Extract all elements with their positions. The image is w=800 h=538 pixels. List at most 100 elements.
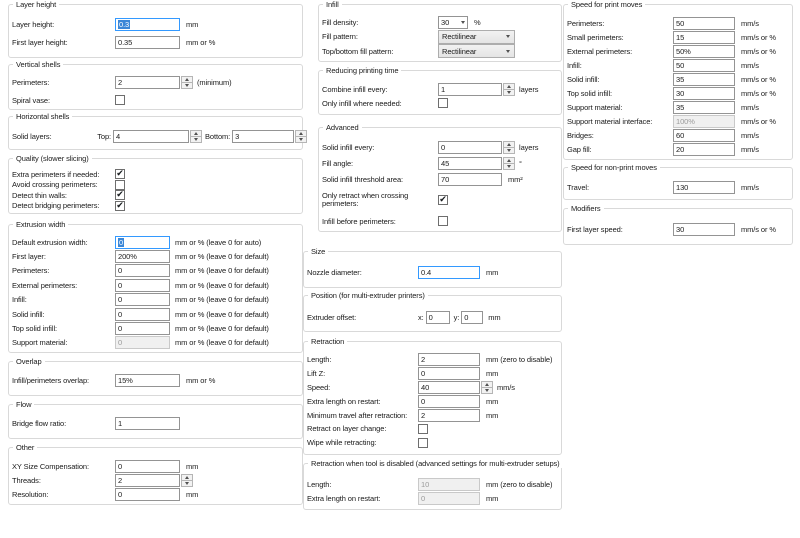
solid-layers-top-input[interactable]: 4	[113, 130, 189, 143]
retraction-speed-input[interactable]: 40	[418, 381, 480, 394]
perimeters-extrusion-width-input[interactable]: 0	[115, 264, 170, 277]
detect-thin-walls-checkbox[interactable]: ✔	[115, 190, 125, 200]
top-solid-infill-speed-input[interactable]: 30	[673, 87, 735, 100]
threads-spinner-down[interactable]	[181, 481, 193, 487]
solid-infill-extrusion-width-input[interactable]: 0	[115, 308, 170, 321]
fill-angle-spinner-up[interactable]	[503, 157, 515, 164]
fill-pattern-select[interactable]: Rectilinear	[438, 30, 515, 44]
solid-infill-every-spinner[interactable]	[503, 141, 515, 154]
xy-size-compensation-input[interactable]: 0	[115, 460, 180, 473]
extra-perimeters-if-needed-checkbox[interactable]: ✔	[115, 169, 125, 179]
support-material-interface-speed-input[interactable]: 100%	[673, 115, 735, 128]
retract-on-layer-change-checkbox[interactable]	[418, 424, 428, 434]
combine-infill-every-spinner-up[interactable]	[503, 83, 515, 90]
perimeters-min-spinner-down[interactable]	[181, 83, 193, 89]
default-extrusion-width-input[interactable]: 0	[115, 236, 170, 249]
infill-speed-input[interactable]: 50	[673, 59, 735, 72]
solid-layers-bottom-spinner[interactable]	[295, 130, 307, 143]
external-perimeters-speed-input[interactable]: 50%	[673, 45, 735, 58]
infill-extrusion-width-input[interactable]: 0	[115, 293, 170, 306]
support-material-extrusion-width-input[interactable]: 0	[115, 336, 170, 349]
fill-pattern-value: Rectilinear	[442, 32, 476, 41]
extruder-offset-y-input[interactable]: 0	[461, 311, 483, 324]
threads-input[interactable]: 2	[115, 474, 180, 487]
retract-on-layer-change-label: Retract on layer change:	[307, 424, 418, 433]
first-layer-speed-input[interactable]: 30	[673, 223, 735, 236]
threads-spinner-up[interactable]	[181, 474, 193, 481]
only-retract-when-crossing-perimeters-checkbox[interactable]: ✔	[438, 195, 448, 205]
solid-layers-top-spinner-up[interactable]	[190, 130, 202, 137]
nozzle-diameter-unit: mm	[486, 268, 498, 277]
only-infill-where-needed-checkbox[interactable]	[438, 98, 448, 108]
perimeters-min-input[interactable]: 2	[115, 76, 180, 89]
solid-layers-top-spinner[interactable]	[190, 130, 202, 143]
gap-fill-speed-input[interactable]: 20	[673, 143, 735, 156]
top-solid-infill-speed-label: Top solid infill:	[567, 89, 673, 98]
small-perimeters-speed-input[interactable]: 15	[673, 31, 735, 44]
extra-length-on-restart-value: 0	[421, 397, 425, 406]
solid-infill-every-input[interactable]: 0	[438, 141, 502, 154]
combine-infill-every-spinner-down[interactable]	[503, 90, 515, 96]
extruder-offset-x-input[interactable]: 0	[426, 311, 450, 324]
perimeters-min-spinner-up[interactable]	[181, 76, 193, 83]
layer-height-input[interactable]: 0.3	[115, 18, 180, 31]
combine-infill-every-input[interactable]: 1	[438, 83, 502, 96]
combine-infill-every-unit: layers	[519, 85, 538, 94]
threads-spinner[interactable]	[181, 474, 193, 487]
perimeters-speed-value: 50	[676, 19, 684, 28]
retraction-speed-spinner[interactable]	[481, 381, 493, 394]
field-threads: Threads:2	[12, 473, 302, 487]
solid-layers-bottom-input[interactable]: 3	[232, 130, 294, 143]
wipe-while-retracting-checkbox[interactable]	[418, 438, 428, 448]
top-solid-infill-extrusion-width-input[interactable]: 0	[115, 322, 170, 335]
bridges-speed-input[interactable]: 60	[673, 129, 735, 142]
retraction-speed-spinner-up[interactable]	[481, 381, 493, 388]
infill-perimeters-overlap-value: 15%	[118, 376, 133, 385]
solid-infill-speed-input[interactable]: 35	[673, 73, 735, 86]
resolution-input[interactable]: 0	[115, 488, 180, 501]
detect-bridging-perimeters-checkbox[interactable]: ✔	[115, 201, 125, 211]
chevron-down-icon	[506, 35, 510, 38]
solid-infill-every-spinner-up[interactable]	[503, 141, 515, 148]
field-support-material-speed: Support material:35mm/s	[567, 101, 792, 115]
solid-infill-every-spinner-down[interactable]	[503, 148, 515, 154]
travel-speed-input[interactable]: 130	[673, 181, 735, 194]
fill-angle-input[interactable]: 45	[438, 157, 502, 170]
infill-perimeters-overlap-label: Infill/perimeters overlap:	[12, 376, 115, 385]
extra-length-on-restart-input[interactable]: 0	[418, 395, 480, 408]
first-layer-extrusion-width-input[interactable]: 200%	[115, 250, 170, 263]
perimeters-speed-input[interactable]: 50	[673, 17, 735, 30]
avoid-crossing-perimeters-checkbox[interactable]	[115, 180, 125, 190]
toolchange-extra-length-on-restart-input[interactable]: 0	[418, 492, 480, 505]
solid-layers-top-spinner-down[interactable]	[190, 137, 202, 143]
support-material-speed-input[interactable]: 35	[673, 101, 735, 114]
field-wipe-while-retracting: Wipe while retracting:	[307, 436, 561, 450]
retraction-lift-z-input[interactable]: 0	[418, 367, 480, 380]
nozzle-diameter-input[interactable]: 0.4	[418, 266, 480, 279]
bridge-flow-ratio-input[interactable]: 1	[115, 417, 180, 430]
external-perimeters-extrusion-width-input[interactable]: 0	[115, 279, 170, 292]
fill-angle-spinner-down[interactable]	[503, 164, 515, 170]
toolchange-retraction-length-input[interactable]: 10	[418, 478, 480, 491]
retraction-speed-spinner-down[interactable]	[481, 388, 493, 394]
minimum-travel-after-retraction-input[interactable]: 2	[418, 409, 480, 422]
infill-before-perimeters-checkbox[interactable]	[438, 216, 448, 226]
spiral-vase-checkbox[interactable]	[115, 95, 125, 105]
infill-extrusion-width-unit: mm or % (leave 0 for default)	[175, 295, 269, 304]
fill-angle-spinner[interactable]	[503, 157, 515, 170]
retraction-length-input[interactable]: 2	[418, 353, 480, 366]
top-solid-infill-speed-value: 30	[676, 89, 684, 98]
small-perimeters-speed-unit: mm/s or %	[741, 33, 776, 42]
solid-infill-threshold-area-input[interactable]: 70	[438, 173, 502, 186]
bridges-speed-label: Bridges:	[567, 131, 673, 140]
infill-perimeters-overlap-input[interactable]: 15%	[115, 374, 180, 387]
fill-density-combo[interactable]: 30	[438, 16, 468, 29]
combine-infill-every-spinner[interactable]	[503, 83, 515, 96]
first-layer-height-input[interactable]: 0.35	[115, 36, 180, 49]
infill-before-perimeters-label: Infill before perimeters:	[322, 217, 438, 226]
top-bottom-fill-pattern-select[interactable]: Rectilinear	[438, 44, 515, 58]
solid-layers-bottom-spinner-up[interactable]	[295, 130, 307, 137]
perimeters-min-spinner[interactable]	[181, 76, 193, 89]
solid-layers-bottom-spinner-down[interactable]	[295, 137, 307, 143]
fill-density-unit: %	[474, 18, 481, 27]
